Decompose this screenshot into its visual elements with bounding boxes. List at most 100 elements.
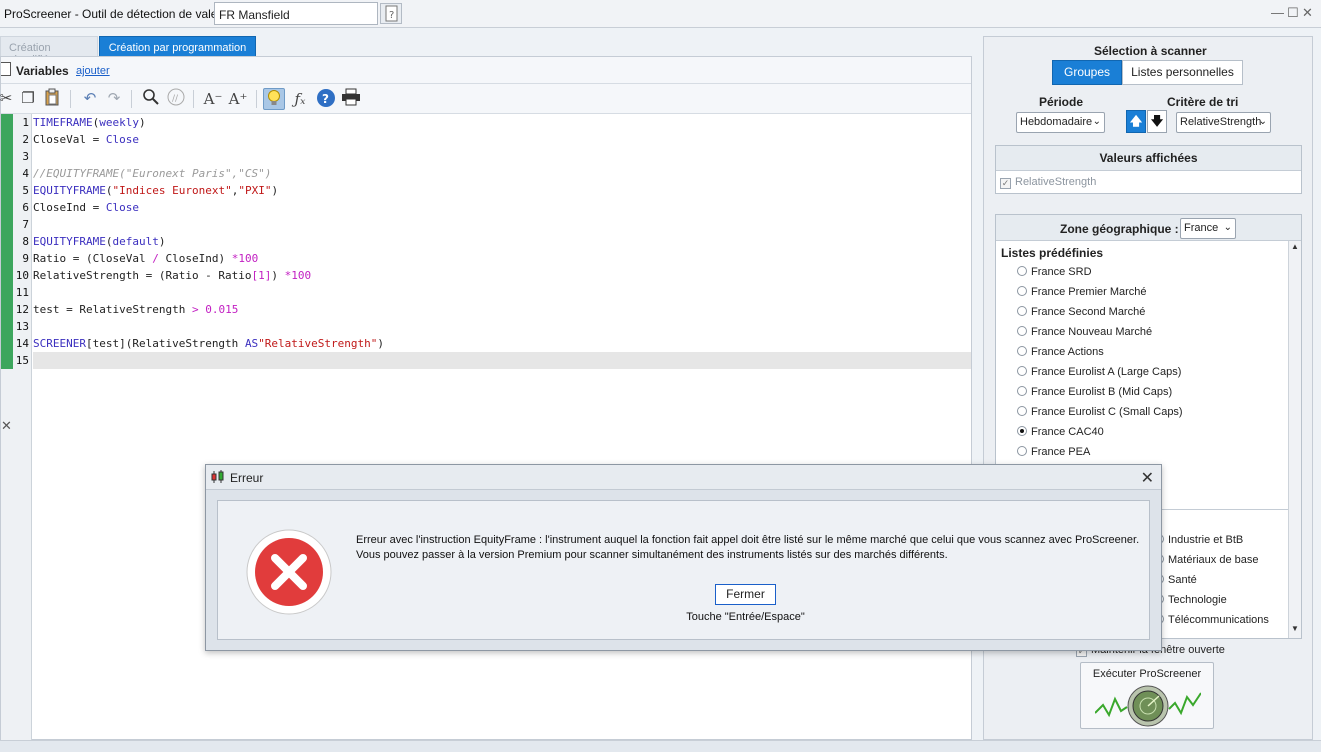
- radio-button[interactable]: [1017, 266, 1027, 276]
- status-strip: [0, 740, 1321, 752]
- groups-button[interactable]: Groupes: [1052, 60, 1122, 85]
- radio-button[interactable]: [1017, 446, 1027, 456]
- code-line: Ratio = (CloseVal / CloseInd) *100: [33, 250, 258, 267]
- radio-button[interactable]: [1017, 406, 1027, 416]
- redo-icon[interactable]: ↷: [103, 88, 125, 110]
- close-dialog-icon[interactable]: ✕: [1141, 468, 1154, 488]
- scrollbar[interactable]: ▲ ▼: [1288, 241, 1301, 638]
- sector-item[interactable]: Industrie et BtB: [1154, 531, 1243, 549]
- print-icon[interactable]: [340, 88, 362, 110]
- error-message-line-1: Erreur avec l'instruction EquityFrame : …: [356, 534, 1140, 546]
- line-number: 7: [22, 218, 29, 231]
- predefined-list-item[interactable]: France Eurolist A (Large Caps): [1017, 363, 1181, 381]
- geo-value: France: [1184, 222, 1219, 234]
- code-token: ): [271, 184, 279, 197]
- close-window-icon[interactable]: ✕: [1302, 5, 1313, 21]
- sort-descending-button[interactable]: 🡇: [1147, 110, 1167, 133]
- add-variable-link[interactable]: ajouter: [76, 65, 110, 77]
- variables-toggle[interactable]: [1, 62, 11, 76]
- sort-criteria-label: Critère de tri: [1167, 95, 1239, 109]
- radio-button[interactable]: [1017, 346, 1027, 356]
- predefined-list-item[interactable]: France Nouveau Marché: [1017, 323, 1152, 341]
- line-number: 14: [15, 337, 29, 350]
- sector-item[interactable]: Matériaux de base: [1154, 551, 1259, 569]
- scroll-up-icon[interactable]: ▲: [1290, 242, 1300, 254]
- sort-ascending-button[interactable]: 🡅: [1126, 110, 1146, 133]
- predefined-list-item[interactable]: France Second Marché: [1017, 303, 1145, 321]
- sector-label: Télécommunications: [1168, 614, 1269, 626]
- predefined-list-item[interactable]: France Actions: [1017, 343, 1104, 361]
- function-icon[interactable]: ƒₓ: [289, 88, 311, 110]
- selection-title: Sélection à scanner: [1094, 44, 1207, 58]
- code-token: Close: [105, 201, 139, 214]
- run-proscreener-button[interactable]: Exécuter ProScreener: [1080, 662, 1214, 729]
- code-token: [test](RelativeStrength: [85, 337, 245, 350]
- scroll-down-icon[interactable]: ▼: [1290, 624, 1300, 636]
- undo-icon[interactable]: ↶: [79, 88, 101, 110]
- toolbar-separator: [70, 90, 71, 108]
- predefined-list-item[interactable]: France CAC40: [1017, 423, 1104, 441]
- scissors-icon[interactable]: ✂: [0, 88, 17, 110]
- radio-button[interactable]: [1017, 386, 1027, 396]
- code-token: /: [152, 252, 159, 265]
- font-decrease-icon[interactable]: A⁻: [202, 88, 224, 110]
- line-number: 13: [15, 320, 29, 333]
- code-token: ): [138, 116, 146, 129]
- svg-text:?: ?: [322, 92, 329, 106]
- predefined-list-label: France Actions: [1031, 346, 1104, 358]
- close-panel-icon[interactable]: ✕: [1, 418, 15, 434]
- font-increase-icon[interactable]: A⁺: [227, 88, 249, 110]
- search-icon[interactable]: [140, 88, 162, 110]
- comment-icon[interactable]: //: [165, 88, 187, 110]
- radio-button[interactable]: [1017, 326, 1027, 336]
- screener-name-input[interactable]: FR Mansfield: [214, 2, 378, 25]
- radio-button[interactable]: [1017, 366, 1027, 376]
- code-token: Close: [105, 133, 139, 146]
- period-select[interactable]: Hebdomadaire ⌄: [1016, 112, 1105, 133]
- radio-button[interactable]: [1017, 426, 1027, 436]
- code-token: EQUITYFRAME: [33, 235, 106, 248]
- code-line: //EQUITYFRAME("Euronext Paris","CS"): [33, 165, 271, 182]
- checkbox-checked-icon[interactable]: ✓: [1000, 178, 1011, 189]
- geographic-zone-label: Zone géographique :: [1060, 222, 1179, 236]
- predefined-list-item[interactable]: France SRD: [1017, 263, 1092, 281]
- predefined-list-item[interactable]: France Eurolist C (Small Caps): [1017, 403, 1183, 421]
- predefined-list-item[interactable]: France Eurolist B (Mid Caps): [1017, 383, 1172, 401]
- radio-button[interactable]: [1017, 286, 1027, 296]
- tab-programming-creation[interactable]: Création par programmation: [99, 36, 256, 57]
- sort-criteria-select[interactable]: RelativeStrength ⌄: [1176, 112, 1271, 133]
- paste-icon[interactable]: [41, 88, 63, 110]
- close-button[interactable]: Fermer: [715, 584, 776, 605]
- code-line: CloseVal = Close: [33, 131, 139, 148]
- predefined-list-item[interactable]: France PEA: [1017, 443, 1090, 461]
- predefined-list-item[interactable]: France Premier Marché: [1017, 283, 1147, 301]
- line-number: 1: [22, 116, 29, 129]
- lightbulb-icon[interactable]: [263, 88, 285, 110]
- code-token: CloseInd =: [33, 201, 106, 214]
- sector-item[interactable]: Technologie: [1154, 591, 1227, 609]
- variables-bar: Variables ajouter: [1, 57, 971, 84]
- tab-simple-creation[interactable]: Création simplifiée: [0, 36, 98, 66]
- line-number: 12: [15, 303, 29, 316]
- minimize-icon[interactable]: —: [1271, 5, 1284, 20]
- code-token: AS: [244, 337, 259, 350]
- maximize-icon[interactable]: ☐: [1287, 5, 1299, 21]
- sector-label: Matériaux de base: [1168, 554, 1259, 566]
- code-line: test = RelativeStrength > 0.015: [33, 301, 238, 318]
- line-number: 2: [22, 133, 29, 146]
- sector-item[interactable]: Télécommunications: [1154, 611, 1269, 629]
- help-icon[interactable]: ?: [315, 88, 337, 110]
- radio-button[interactable]: [1017, 306, 1027, 316]
- code-token: > 0.015: [191, 303, 239, 316]
- code-token: //EQUITYFRAME("Euronext Paris","CS"): [33, 167, 272, 180]
- displayed-value-item: ✓ RelativeStrength: [1000, 176, 1096, 189]
- code-token: RelativeStrength = (Ratio - Ratio: [33, 269, 252, 282]
- personal-lists-button[interactable]: Listes personnelles: [1122, 60, 1243, 85]
- copy-icon[interactable]: ❐: [17, 88, 39, 110]
- displayed-value-label: RelativeStrength: [1015, 176, 1097, 188]
- code-token: ): [271, 269, 285, 282]
- help-button[interactable]: ?: [380, 3, 402, 24]
- code-line: EQUITYFRAME("Indices Euronext","PXI"): [33, 182, 278, 199]
- geographic-zone-select[interactable]: France ⌄: [1180, 218, 1236, 239]
- code-token: CloseVal =: [33, 133, 106, 146]
